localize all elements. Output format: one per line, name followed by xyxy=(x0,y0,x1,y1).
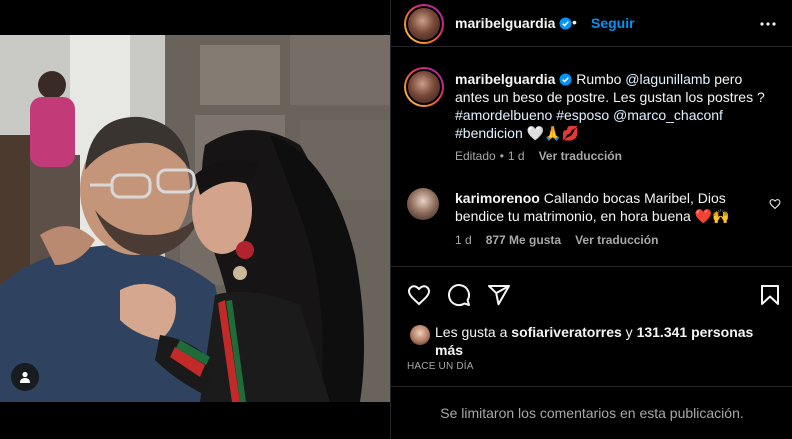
commenter-username[interactable]: karimorenoo xyxy=(455,190,540,206)
comment-like-heart-icon[interactable] xyxy=(769,198,781,210)
share-icon[interactable] xyxy=(487,283,511,307)
likes-prefix: Les gusta a xyxy=(435,324,512,340)
comments-limited-notice: Se limitaron los comentarios en esta pub… xyxy=(391,386,792,439)
likes-summary[interactable]: Les gusta a sofiariveratorres y 131.341 … xyxy=(435,323,775,359)
post-caption: maribelguardia Rumbo @lagunillamb pero a… xyxy=(455,70,775,142)
caption-emojis: 🤍🙏💋 xyxy=(522,125,579,141)
bookmark-icon[interactable] xyxy=(758,283,782,307)
liker-avatar[interactable] xyxy=(410,325,430,345)
caption-author-avatar[interactable] xyxy=(404,67,444,107)
comment-item: karimorenoo Callando bocas Maribel, Dios… xyxy=(455,189,755,225)
caption-verified-badge-icon xyxy=(559,73,572,86)
post-details-panel: maribelguardia • Seguir maribelguardia R… xyxy=(390,0,792,439)
comment-icon[interactable] xyxy=(447,283,471,307)
hashtag-esposo[interactable]: #esposo xyxy=(556,107,609,123)
comment-age: 1 d xyxy=(455,233,472,247)
user-tag-button[interactable] xyxy=(11,363,39,391)
edited-label: Editado xyxy=(455,149,496,163)
hashtag-bendicion[interactable]: #bendicion xyxy=(455,125,523,141)
heart-icon[interactable] xyxy=(407,283,431,307)
meta-separator: • xyxy=(499,149,504,163)
post-photo[interactable] xyxy=(0,35,390,402)
header-separator: • xyxy=(572,14,577,30)
post-media-pane xyxy=(0,0,390,439)
author-avatar[interactable] xyxy=(404,4,444,44)
comment-like-count[interactable]: 877 Me gusta xyxy=(486,233,561,247)
see-translation-link[interactable]: Ver traducción xyxy=(539,149,622,163)
caption-text: Rumbo xyxy=(572,71,626,87)
caption-mention-lagunillamb[interactable]: @lagunillamb xyxy=(625,71,710,87)
comment-see-translation-link[interactable]: Ver traducción xyxy=(575,233,658,247)
user-tag-icon xyxy=(20,371,30,383)
verified-badge-icon xyxy=(559,17,572,30)
likes-middle: y xyxy=(621,324,637,340)
author-username[interactable]: maribelguardia xyxy=(455,15,572,31)
post-header: maribelguardia • Seguir xyxy=(391,0,792,47)
caption-age: 1 d xyxy=(507,149,525,163)
commenter-avatar[interactable] xyxy=(407,188,439,220)
caption-author-avatar-image xyxy=(406,69,442,105)
photo-illustration xyxy=(0,35,390,402)
caption-meta: Editado • 1 d Ver traducción xyxy=(455,149,632,163)
comment-meta: 1 d 877 Me gusta Ver traducción xyxy=(455,233,672,247)
hashtag-amordelbueno[interactable]: #amordelbueno xyxy=(455,107,552,123)
more-options-icon[interactable] xyxy=(758,14,778,34)
liker-username[interactable]: sofiariveratorres xyxy=(511,324,622,340)
post-timestamp[interactable]: HACE UN DÍA xyxy=(407,361,474,372)
action-bar xyxy=(391,266,792,322)
caption-username[interactable]: maribelguardia xyxy=(455,71,555,87)
follow-button[interactable]: Seguir xyxy=(591,15,635,31)
author-avatar-image xyxy=(406,6,442,42)
caption-mention-marco-chaconf[interactable]: @marco_chaconf xyxy=(613,107,723,123)
author-username-text[interactable]: maribelguardia xyxy=(455,15,555,31)
